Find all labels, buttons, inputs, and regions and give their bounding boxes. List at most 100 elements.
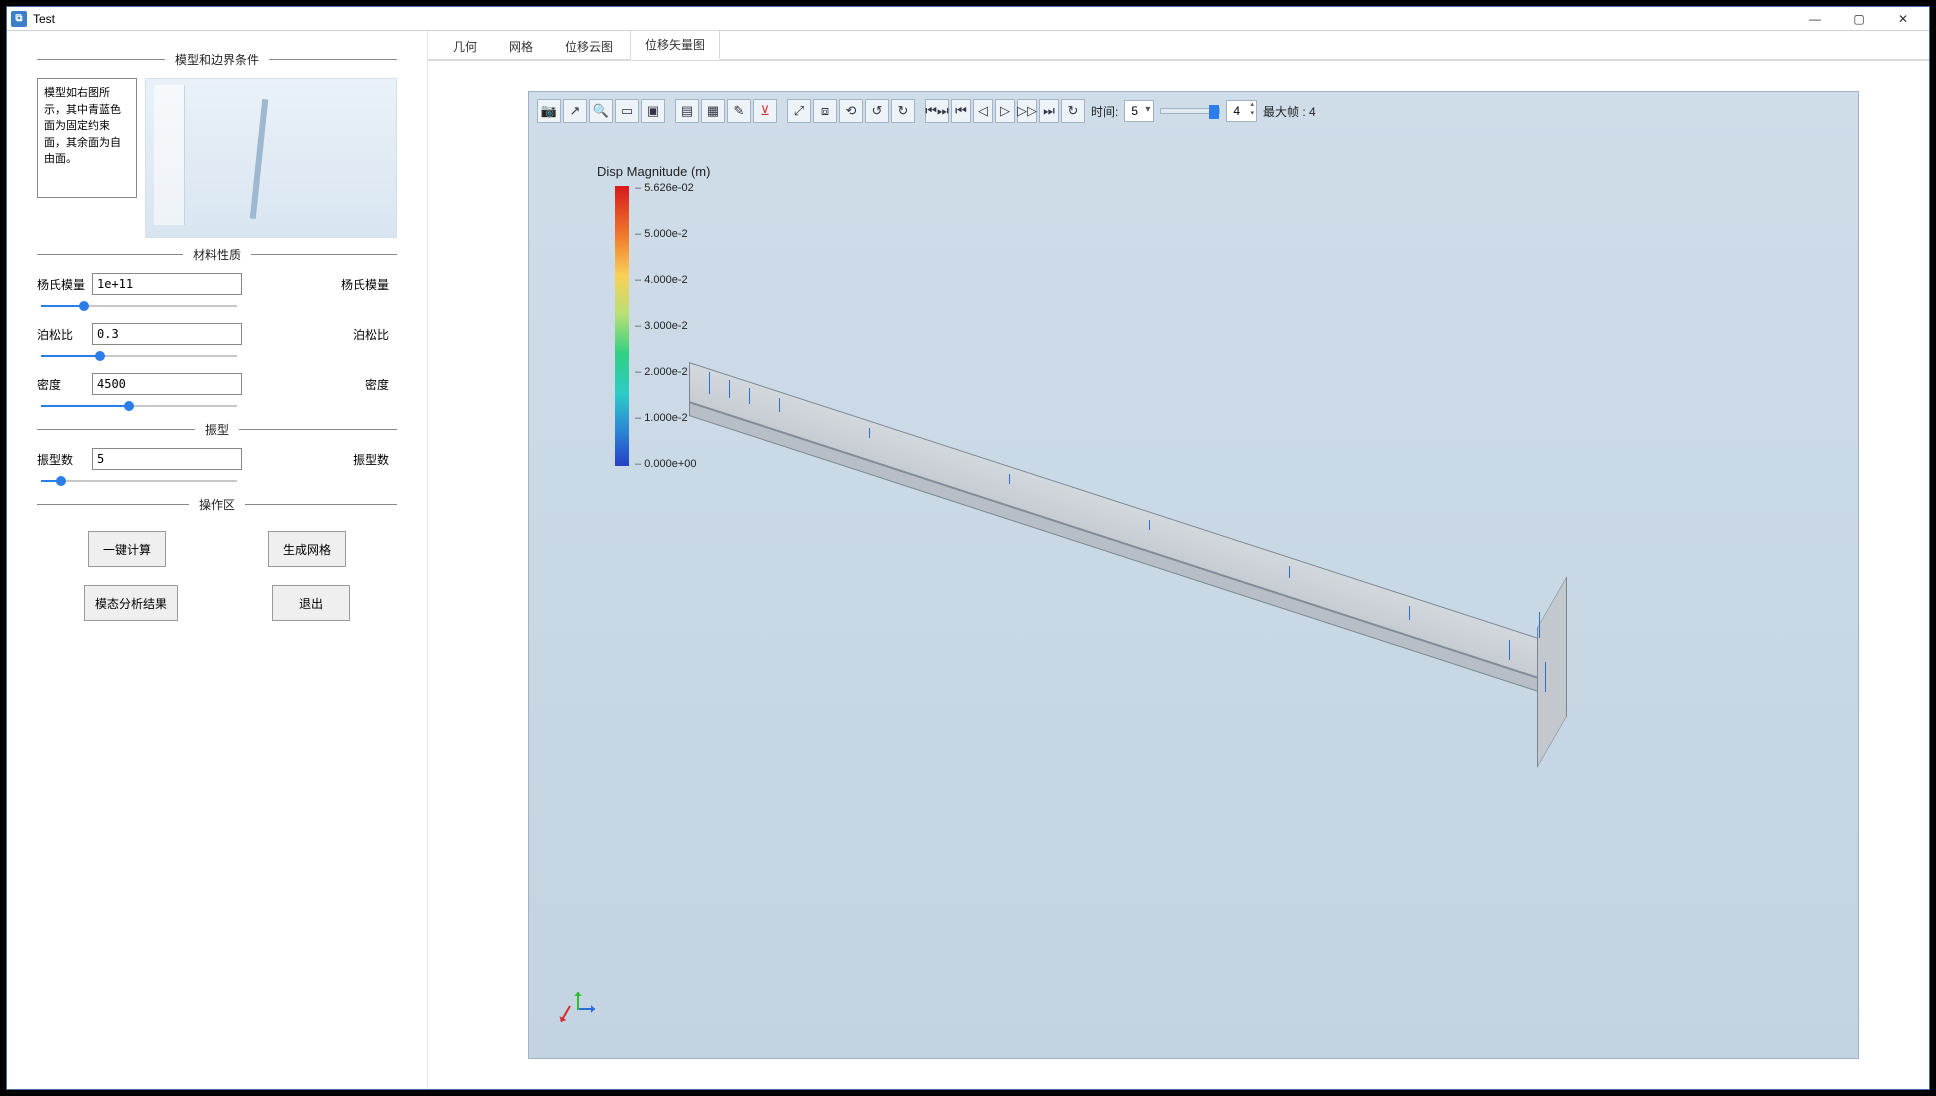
nmodes-unit: 振型数: [242, 451, 397, 468]
mesh-button[interactable]: 生成网格: [268, 531, 346, 567]
highlighter-icon[interactable]: ✎: [727, 99, 751, 123]
density-input[interactable]: [92, 373, 242, 395]
poisson-unit: 泊松比: [242, 326, 397, 343]
nmodes-slider-thumb[interactable]: [56, 476, 66, 486]
timeline-icon[interactable]: ⏮⏭: [925, 99, 949, 123]
compute-button[interactable]: 一键计算: [88, 531, 166, 567]
loop-icon[interactable]: ↻: [1061, 99, 1085, 123]
exit-button[interactable]: 退出: [272, 585, 350, 621]
vector-glyph: [869, 428, 870, 438]
vector-glyph: [709, 372, 710, 394]
param-density: 密度 密度: [37, 373, 397, 395]
scalar-bar: Disp Magnitude (m) 5.626e-02 5.000e-2 4.…: [591, 164, 710, 183]
beam-model: [689, 362, 1569, 672]
young-slider[interactable]: [41, 299, 237, 313]
window-title: Test: [33, 12, 55, 26]
vector-glyph: [1409, 606, 1410, 620]
sidebar: 模型和边界条件 模型如右图所示，其中青蓝色面为固定约束面，其余面为自由面。 材料…: [7, 31, 427, 1089]
poisson-slider[interactable]: [41, 349, 237, 363]
time-select[interactable]: 5: [1124, 100, 1154, 122]
nmodes-slider[interactable]: [41, 474, 237, 488]
body: 模型和边界条件 模型如右图所示，其中青蓝色面为固定约束面，其余面为自由面。 材料…: [7, 31, 1929, 1089]
density-unit: 密度: [242, 376, 397, 393]
tab-disp-vector[interactable]: 位移矢量图: [630, 30, 720, 60]
viewer-toolbar: 📷 ↗ 🔍 ▭ ▣ ▤ ▦ ✎ ⊻ ⤢ ⧈ ⟲ ↺: [537, 98, 1320, 124]
export-icon[interactable]: ↗: [563, 99, 587, 123]
vector-glyph: [1149, 520, 1150, 530]
scalar-bar-gradient: [615, 186, 629, 466]
group-ops-header: 操作区: [37, 496, 397, 513]
viewer[interactable]: 📷 ↗ 🔍 ▭ ▣ ▤ ▦ ✎ ⊻ ⤢ ⧈ ⟲ ↺: [528, 91, 1859, 1059]
maxframe-label: 最大帧 : 4: [1263, 103, 1316, 120]
prev-frame-icon[interactable]: ◁: [973, 99, 993, 123]
vector-glyph: [779, 398, 780, 412]
thumb-beam: [250, 99, 269, 219]
tab-geometry[interactable]: 几何: [438, 32, 492, 60]
tick-1: 5.000e-2: [635, 228, 697, 240]
nmodes-input[interactable]: [92, 448, 242, 470]
axes-toggle-icon[interactable]: ⊻: [753, 99, 777, 123]
tick-3: 3.000e-2: [635, 320, 697, 332]
poisson-input[interactable]: [92, 323, 242, 345]
zoom-icon[interactable]: 🔍: [589, 99, 613, 123]
axis-y: [577, 992, 579, 1010]
tab-mesh[interactable]: 网格: [494, 32, 548, 60]
group-material-label: 材料性质: [183, 246, 251, 263]
vector-glyph: [1509, 640, 1510, 660]
cube-icon[interactable]: ▣: [641, 99, 665, 123]
tick-5: 1.000e-2: [635, 412, 697, 424]
group-mode-header: 振型: [37, 421, 397, 438]
scalar-bar-title: Disp Magnitude (m): [597, 164, 710, 179]
group-material-header: 材料性质: [37, 246, 397, 263]
vector-glyph: [1009, 474, 1010, 484]
poisson-slider-thumb[interactable]: [95, 351, 105, 361]
app-window: ⧉ Test — ▢ ✕ 模型和边界条件 模型如右图所示，其中青蓝色面为固定约束…: [6, 6, 1930, 1090]
last-frame-icon[interactable]: ⏭: [1039, 99, 1059, 123]
rotate-right-icon[interactable]: ↻: [891, 99, 915, 123]
play-icon[interactable]: ▷: [995, 99, 1015, 123]
tick-4: 2.000e-2: [635, 366, 697, 378]
ops-row-2: 模态分析结果 退出: [37, 585, 397, 621]
vector-glyph: [1545, 662, 1546, 692]
time-slider-thumb[interactable]: [1209, 105, 1219, 119]
maximize-button[interactable]: ▢: [1837, 8, 1881, 30]
time-slider[interactable]: [1160, 108, 1220, 114]
tabs: 几何 网格 位移云图 位移矢量图: [428, 31, 1929, 61]
tick-0: 5.626e-02: [635, 182, 697, 194]
close-button[interactable]: ✕: [1881, 8, 1925, 30]
orientation-axes: [559, 988, 599, 1028]
model-row: 模型如右图所示，其中青蓝色面为固定约束面，其余面为自由面。: [37, 78, 397, 238]
density-slider[interactable]: [41, 399, 237, 413]
minimize-button[interactable]: —: [1793, 8, 1837, 30]
first-frame-icon[interactable]: ⏮: [951, 99, 971, 123]
select-box-icon[interactable]: ▭: [615, 99, 639, 123]
param-young: 杨氏模量 杨氏模量: [37, 273, 397, 295]
young-label: 杨氏模量: [37, 276, 92, 293]
camera-icon[interactable]: 📷: [537, 99, 561, 123]
frame-spin[interactable]: 4: [1226, 100, 1257, 122]
ops-row-1: 一键计算 生成网格: [37, 531, 397, 567]
rotate-left-icon[interactable]: ↺: [865, 99, 889, 123]
tick-2: 4.000e-2: [635, 274, 697, 286]
reset-icon[interactable]: ⟲: [839, 99, 863, 123]
density-slider-thumb[interactable]: [124, 401, 134, 411]
modal-result-button[interactable]: 模态分析结果: [84, 585, 178, 621]
density-label: 密度: [37, 376, 92, 393]
group-model-label: 模型和边界条件: [165, 51, 269, 68]
tab-disp-contour[interactable]: 位移云图: [550, 32, 628, 60]
group-mode-label: 振型: [195, 421, 239, 438]
viewer-wrap: 📷 ↗ 🔍 ▭ ▣ ▤ ▦ ✎ ⊻ ⤢ ⧈ ⟲ ↺: [428, 61, 1929, 1089]
scalar-bar-ticks: 5.626e-02 5.000e-2 4.000e-2 3.000e-2 2.0…: [635, 182, 697, 470]
zoom-fit-icon[interactable]: ⤢: [787, 99, 811, 123]
pick-cell-icon[interactable]: ▤: [675, 99, 699, 123]
young-input[interactable]: [92, 273, 242, 295]
titlebar: ⧉ Test — ▢ ✕: [7, 7, 1929, 31]
group-model-header: 模型和边界条件: [37, 51, 397, 68]
beam-endcap: [1537, 576, 1567, 768]
time-label: 时间:: [1091, 103, 1118, 120]
next-frame-icon[interactable]: ▷▷: [1017, 99, 1037, 123]
zoom-region-icon[interactable]: ⧈: [813, 99, 837, 123]
young-slider-thumb[interactable]: [79, 301, 89, 311]
poisson-label: 泊松比: [37, 326, 92, 343]
pick-point-icon[interactable]: ▦: [701, 99, 725, 123]
